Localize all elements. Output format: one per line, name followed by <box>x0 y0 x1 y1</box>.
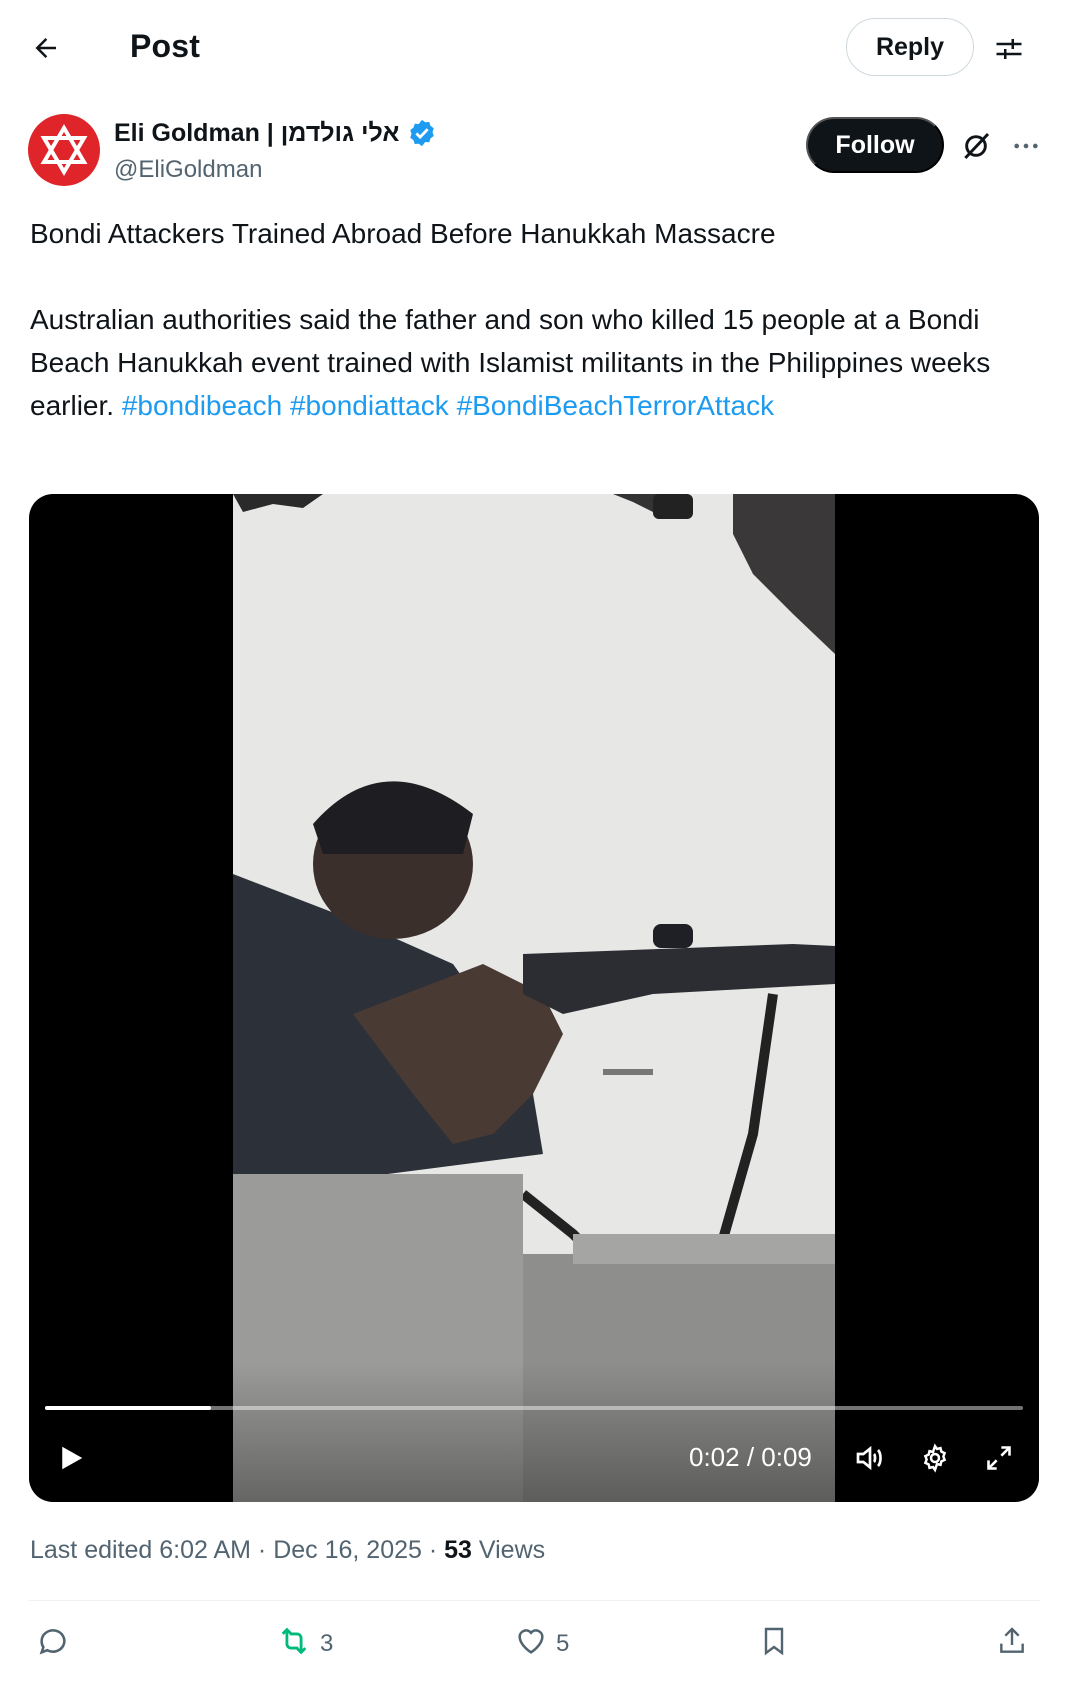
share-action[interactable] <box>996 1622 1028 1666</box>
author-name[interactable]: Eli Goldman | אלי גולדמן <box>114 118 437 148</box>
grok-icon[interactable] <box>958 128 994 164</box>
back-arrow-icon[interactable] <box>26 28 66 68</box>
play-icon[interactable] <box>51 1438 91 1478</box>
post-meta: Last edited 6:02 AM · Dec 16, 2025 · 53 … <box>30 1536 545 1565</box>
top-bar: Post Reply <box>0 0 1068 98</box>
bookmark-icon <box>758 1624 790 1665</box>
post-body: Australian authorities said the father a… <box>30 298 1040 427</box>
share-icon <box>996 1624 1028 1665</box>
sliders-icon[interactable] <box>990 30 1028 68</box>
follow-button[interactable]: Follow <box>806 117 944 173</box>
repost-icon <box>276 1624 312 1665</box>
heart-icon <box>514 1624 548 1665</box>
page-title: Post <box>130 28 201 64</box>
volume-icon[interactable] <box>849 1438 891 1478</box>
views-label: Views <box>471 1536 546 1564</box>
repost-action[interactable]: 3 <box>276 1622 333 1666</box>
post-text: Bondi Attackers Trained Abroad Before Ha… <box>30 212 1040 427</box>
reply-button[interactable]: Reply <box>846 18 974 76</box>
video-player[interactable]: 0:02 / 0:09 <box>29 494 1039 1502</box>
controls-overlay <box>29 1362 1039 1502</box>
author-handle[interactable]: @EliGoldman <box>114 156 262 184</box>
divider <box>28 1600 1040 1601</box>
edited-timestamp[interactable]: Last edited 6:02 AM · Dec 16, 2025 · <box>30 1536 444 1564</box>
video-frame <box>233 494 835 1502</box>
reply-icon <box>36 1624 70 1665</box>
views-count: 53 <box>444 1536 472 1564</box>
hashtag-link[interactable]: #BondiBeachTerrorAttack <box>457 390 775 421</box>
hashtag-link[interactable]: #bondibeach <box>122 390 282 421</box>
verified-badge-icon[interactable] <box>407 118 437 148</box>
avatar[interactable] <box>28 114 100 186</box>
more-options-icon[interactable] <box>1008 128 1044 164</box>
like-action[interactable]: 5 <box>514 1622 569 1666</box>
video-time: 0:02 / 0:09 <box>689 1442 812 1472</box>
fullscreen-icon[interactable] <box>979 1438 1019 1478</box>
reply-action[interactable] <box>36 1622 78 1666</box>
settings-gear-icon[interactable] <box>915 1438 955 1478</box>
hashtag-link[interactable]: #bondiattack <box>290 390 449 421</box>
repost-count: 3 <box>320 1630 334 1657</box>
progress-fill <box>45 1406 212 1410</box>
author-name-text: Eli Goldman | אלי גולדמן <box>114 118 400 147</box>
progress-bar[interactable] <box>45 1406 1023 1410</box>
bookmark-action[interactable] <box>758 1622 790 1666</box>
like-count: 5 <box>556 1630 570 1657</box>
post-headline: Bondi Attackers Trained Abroad Before Ha… <box>30 218 776 249</box>
